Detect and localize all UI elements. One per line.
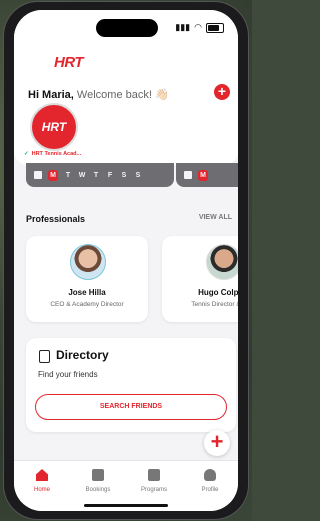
directory-subtitle: Find your friends <box>38 370 98 379</box>
week-strip-secondary: M <box>176 163 238 187</box>
greeting-name: Hi Maria, <box>28 89 74 101</box>
status-icons: ▮▮▮ ◠ <box>175 22 224 33</box>
day-chip[interactable]: F <box>106 172 114 179</box>
tab-profile[interactable]: Profile <box>182 461 238 511</box>
day-chip[interactable]: S <box>134 172 142 179</box>
signal-icon: ▮▮▮ <box>175 22 191 32</box>
tab-label: Programs <box>140 487 167 493</box>
check-icon: ✓ <box>24 151 29 157</box>
ticket-icon <box>92 469 104 481</box>
home-indicator <box>84 504 168 507</box>
search-friends-button[interactable]: SEARCH FRIENDS <box>35 394 227 420</box>
calendar-icon <box>184 171 192 179</box>
professional-card[interactable]: Hugo Colpan Tennis Director & Gen <box>162 236 238 322</box>
day-chip[interactable]: W <box>78 172 86 179</box>
day-chip[interactable]: M <box>48 169 58 181</box>
day-chip[interactable]: S <box>120 172 128 179</box>
week-strip: M T W T F S S <box>26 163 174 187</box>
calendar-icon <box>34 171 42 179</box>
greeting: Hi Maria, Welcome back! 👋🏻 <box>28 88 169 101</box>
avatar <box>206 244 238 280</box>
view-all-link[interactable]: VIEW ALL <box>199 214 232 221</box>
stack-icon <box>148 469 160 481</box>
wifi-icon: ◠ <box>194 22 202 32</box>
tab-label: Home <box>33 487 50 493</box>
directory-title: Directory <box>56 348 109 362</box>
tab-label: Profile <box>201 487 219 493</box>
tab-home[interactable]: Home <box>14 461 70 511</box>
professional-name: Hugo Colpan <box>198 288 238 297</box>
day-chip[interactable]: T <box>92 172 100 179</box>
phone-frame: ▮▮▮ ◠ HRT Hi Maria, Welcome back! 👋🏻 + H… <box>4 2 248 519</box>
directory-card: Directory Find your friends SEARCH FRIEN… <box>26 338 236 432</box>
day-chip[interactable]: T <box>64 172 72 179</box>
professional-card[interactable]: Jose Hilla CEO & Academy Director <box>26 236 148 322</box>
app-screen: ▮▮▮ ◠ HRT Hi Maria, Welcome back! 👋🏻 + H… <box>14 10 238 511</box>
professional-name: Jose Hilla <box>68 288 106 297</box>
brand-logo: HRT <box>54 54 84 71</box>
greeting-sub: Welcome back! 👋🏻 <box>76 89 169 101</box>
professional-role: Tennis Director & Gen <box>191 301 238 308</box>
contacts-icon <box>39 350 50 363</box>
professional-role: CEO & Academy Director <box>50 301 124 308</box>
avatar <box>70 244 106 280</box>
home-icon <box>36 469 48 481</box>
battery-icon <box>206 22 224 33</box>
professionals-title: Professionals <box>26 214 86 224</box>
dynamic-island <box>96 19 158 37</box>
add-fab-button[interactable]: + <box>204 430 230 456</box>
club-logo[interactable]: HRT <box>30 103 78 151</box>
club-name-label: HRT Tennis Acad... <box>31 151 82 157</box>
person-icon <box>204 469 216 481</box>
day-chip[interactable]: M <box>198 169 208 181</box>
club-name[interactable]: ✓ HRT Tennis Acad... <box>24 151 81 157</box>
tab-label: Bookings <box>85 487 111 493</box>
add-button[interactable]: + <box>214 84 230 100</box>
